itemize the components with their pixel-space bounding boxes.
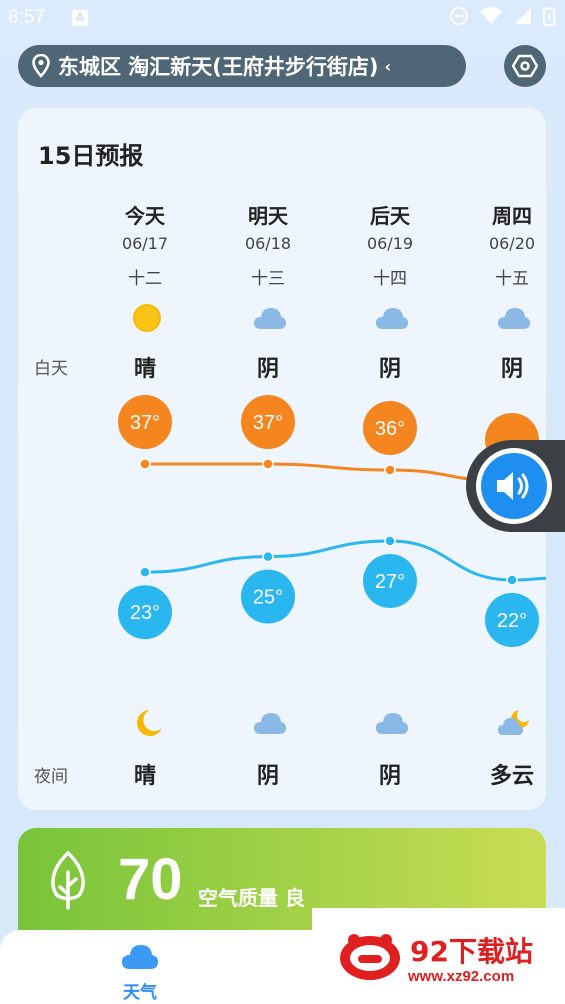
high-temp-label: 37° [130,412,160,434]
forecast-card: 15日预报 白天 夜间 今天 06/17 十二 晴 晴 明天 06/18 十三 … [18,108,546,810]
high-temp-label: 36° [375,418,405,440]
status-time: 8:57 [8,7,45,28]
low-temp-point [506,574,518,586]
temperature-chart: 37° 37° 36° 23° 25° 27° 22° [118,395,546,647]
settings-icon [512,54,538,78]
status-icons [449,6,555,26]
low-temp-point [262,550,274,563]
low-temp-point [139,566,151,578]
watermark: 92下载站 www.xz92.com [312,908,565,1004]
watermark-title: 92下载站 [410,935,533,968]
location-text: 东城区 淘汇新天(王府井步行街店) [58,55,379,79]
high-temp-label: 37° [253,412,283,434]
aqi-label: 空气质量 良 [198,886,305,910]
low-temp-label: 23° [130,602,160,624]
status-bar: 8:57 A [0,0,565,38]
watermark-url: www.xz92.com [408,968,515,985]
settings-button[interactable] [504,45,546,87]
high-temp-point [139,458,151,470]
low-temp-label: 25° [253,587,283,609]
leaf-icon [51,850,85,910]
notification-a-icon: A [72,10,88,26]
nav-tab-weather[interactable]: 天气 [110,942,170,1003]
weather-tab-label: 天气 [123,983,157,1003]
low-temp-label: 22° [497,610,527,632]
overflow-indicator: ‹ [384,56,392,76]
high-temp-point [262,458,274,470]
signal-icon [515,8,531,24]
low-temp-point [384,535,396,547]
watermark-logo-icon [340,934,400,980]
aqi-value: 70 [118,847,183,912]
low-temp-label: 27° [375,571,405,593]
location-selector[interactable]: 东城区 淘汇新天(王府井步行街店) ‹ [18,45,466,87]
voice-broadcast-button[interactable] [476,448,552,524]
speaker-icon [497,472,529,500]
dnd-icon [450,7,468,25]
low-temp-line [144,539,546,582]
high-temp-point [384,464,396,476]
weather-tab-icon [122,945,158,969]
wifi-icon [480,7,502,24]
location-pin-icon [32,54,50,78]
battery-icon [543,7,555,26]
